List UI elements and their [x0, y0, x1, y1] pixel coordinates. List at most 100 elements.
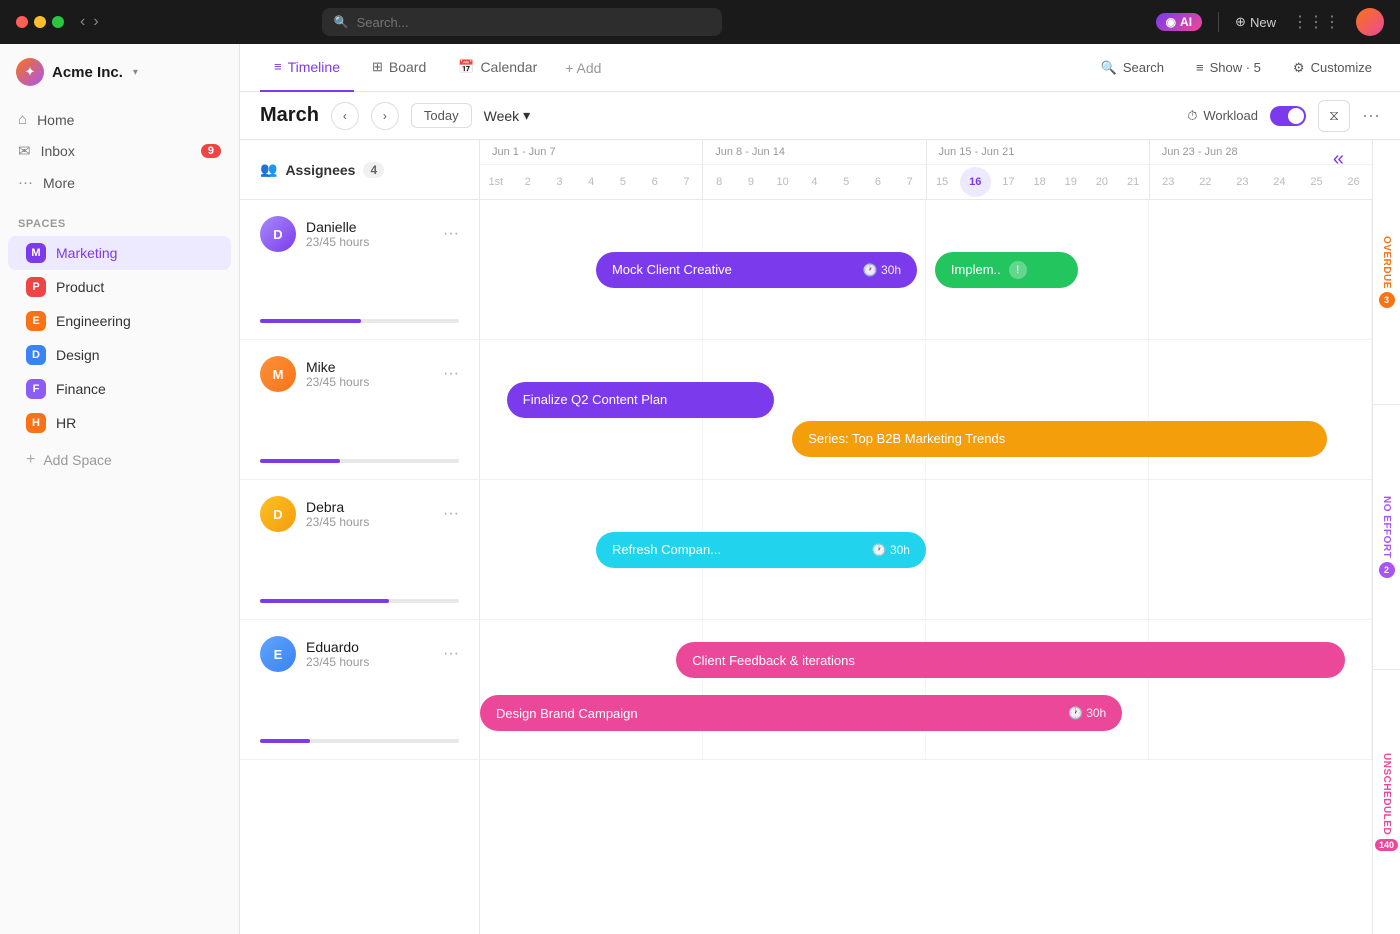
grid-col: [926, 620, 1149, 759]
assignees-count: 4: [363, 162, 384, 178]
company-header[interactable]: ✦ Acme Inc. ▾: [0, 44, 239, 100]
minimize-dot[interactable]: [34, 16, 46, 28]
filter-button[interactable]: ⧖: [1318, 100, 1350, 132]
space-item-marketing[interactable]: M Marketing: [8, 236, 231, 270]
space-item-design[interactable]: D Design: [8, 338, 231, 372]
add-space-label: Add Space: [43, 452, 112, 468]
assignee-more-debra[interactable]: ···: [443, 505, 459, 523]
space-label-product: Product: [56, 279, 104, 295]
timeline-header: March ‹ › Today Week ▾ ⏱ Workload ⧖ ···: [240, 92, 1400, 140]
search-input[interactable]: [357, 15, 710, 30]
gantt-row-danielle: Mock Client Creative 🕐 30h Implem.. !: [480, 200, 1372, 340]
show-icon: ≡: [1196, 60, 1204, 75]
date-days-jun1: 1st 2 3 4 5 6 7: [480, 165, 702, 199]
right-labels: Overdue 3 No effort 2 Unscheduled 140: [1372, 140, 1400, 934]
next-month-button[interactable]: ›: [371, 102, 399, 130]
user-avatar[interactable]: [1356, 8, 1384, 36]
sidebar-item-inbox[interactable]: ✉ Inbox 9: [8, 135, 231, 167]
task-client-feedback[interactable]: Client Feedback & iterations: [676, 642, 1345, 678]
maximize-dot[interactable]: [52, 16, 64, 28]
ai-icon: ◉: [1166, 15, 1176, 29]
task-implem[interactable]: Implem.. !: [935, 252, 1078, 288]
task-finalize-q2[interactable]: Finalize Q2 Content Plan: [507, 382, 775, 418]
assignee-hours-mike: 23/45 hours: [306, 375, 369, 389]
overdue-count: 3: [1379, 292, 1395, 308]
progress-bg-mike: [260, 459, 459, 463]
tab-calendar[interactable]: 📅 Calendar: [444, 44, 551, 92]
assignee-row-danielle: D Danielle 23/45 hours ···: [240, 200, 479, 340]
week-label: Week: [484, 108, 520, 124]
home-icon: ⌂: [18, 111, 27, 128]
back-arrow[interactable]: ‹: [80, 13, 85, 31]
search-icon: 🔍: [334, 15, 349, 29]
assignee-info-eduardo: E Eduardo 23/45 hours ···: [260, 636, 459, 672]
space-item-product[interactable]: P Product: [8, 270, 231, 304]
date-day-today: 16: [960, 167, 991, 197]
no-effort-label: No effort: [1381, 496, 1392, 558]
week-select[interactable]: Week ▾: [484, 107, 531, 124]
date-day: 17: [993, 165, 1024, 199]
task-design-brand[interactable]: Design Brand Campaign 🕐 30h: [480, 695, 1122, 731]
tab-timeline-label: Timeline: [288, 59, 340, 75]
task-label: Finalize Q2 Content Plan: [523, 392, 668, 407]
avatar-debra: D: [260, 496, 296, 532]
space-dot-engineering: E: [26, 311, 46, 331]
grid-col: [480, 620, 703, 759]
assignee-name-eduardo: Eduardo: [306, 639, 369, 655]
avatar-eduardo: E: [260, 636, 296, 672]
inbox-label: Inbox: [41, 143, 75, 159]
progress-bg-debra: [260, 599, 459, 603]
date-day: 5: [607, 165, 639, 199]
chevron-down-icon: ▾: [133, 67, 138, 78]
tab-board[interactable]: ⊞ Board: [358, 44, 440, 92]
more-options-button[interactable]: ···: [1362, 105, 1380, 126]
forward-arrow[interactable]: ›: [93, 13, 98, 31]
sidebar-item-more[interactable]: ··· More: [8, 167, 231, 198]
customize-button[interactable]: ⚙ Customize: [1285, 56, 1380, 80]
space-dot-design: D: [26, 345, 46, 365]
space-item-hr[interactable]: H HR: [8, 406, 231, 440]
assignee-more-mike[interactable]: ···: [443, 365, 459, 383]
assignee-more-danielle[interactable]: ···: [443, 225, 459, 243]
search-toolbar-button[interactable]: 🔍 Search: [1093, 56, 1172, 80]
task-mock-client-creative[interactable]: Mock Client Creative 🕐 30h: [596, 252, 917, 288]
grid-icon[interactable]: ⋮⋮⋮: [1292, 12, 1340, 32]
customize-label: Customize: [1311, 60, 1372, 75]
assignee-more-eduardo[interactable]: ···: [443, 645, 459, 663]
show-button[interactable]: ≡ Show · 5: [1188, 56, 1269, 79]
spaces-list: M Marketing P Product E Engineering D De…: [0, 236, 239, 440]
prev-month-button[interactable]: ‹: [331, 102, 359, 130]
task-refresh-compan[interactable]: Refresh Compan... 🕐 30h: [596, 532, 926, 568]
close-dot[interactable]: [16, 16, 28, 28]
space-item-engineering[interactable]: E Engineering: [8, 304, 231, 338]
space-label-finance: Finance: [56, 381, 106, 397]
unscheduled-label: Unscheduled: [1381, 753, 1392, 835]
assignees-label: Assignees: [285, 162, 355, 178]
grid-col: [1149, 480, 1372, 619]
tab-calendar-label: Calendar: [480, 59, 537, 75]
week-chevron: ▾: [523, 107, 530, 124]
workload-label: ⏱ Workload: [1187, 108, 1258, 124]
new-button[interactable]: ⊕ New: [1235, 14, 1276, 30]
sidebar-item-home[interactable]: ⌂ Home: [8, 104, 231, 135]
date-group-jun8: Jun 8 - Jun 14 8 9 10 4 5 6 7: [703, 140, 926, 199]
date-group-jun1: Jun 1 - Jun 7 1st 2 3 4 5 6 7: [480, 140, 703, 199]
task-label: Client Feedback & iterations: [692, 653, 855, 668]
grid-col: [703, 620, 926, 759]
today-button[interactable]: Today: [411, 103, 472, 128]
avatar-mike: M: [260, 356, 296, 392]
toolbar: ≡ Timeline ⊞ Board 📅 Calendar + Add 🔍 Se…: [240, 44, 1400, 92]
workload-toggle[interactable]: [1270, 106, 1306, 126]
month-title: March: [260, 104, 319, 127]
tab-timeline[interactable]: ≡ Timeline: [260, 44, 354, 92]
titlebar-search[interactable]: 🔍: [322, 8, 722, 36]
ai-badge[interactable]: ◉ AI: [1156, 13, 1202, 31]
assignee-name-danielle: Danielle: [306, 219, 369, 235]
right-label-no-effort: No effort 2: [1373, 405, 1400, 670]
add-tab-button[interactable]: + Add: [555, 52, 611, 84]
task-series-b2b[interactable]: Series: Top B2B Marketing Trends: [792, 421, 1327, 457]
collapse-button[interactable]: «: [1333, 148, 1344, 171]
space-dot-finance: F: [26, 379, 46, 399]
add-space-button[interactable]: + Add Space: [8, 444, 231, 476]
space-item-finance[interactable]: F Finance: [8, 372, 231, 406]
